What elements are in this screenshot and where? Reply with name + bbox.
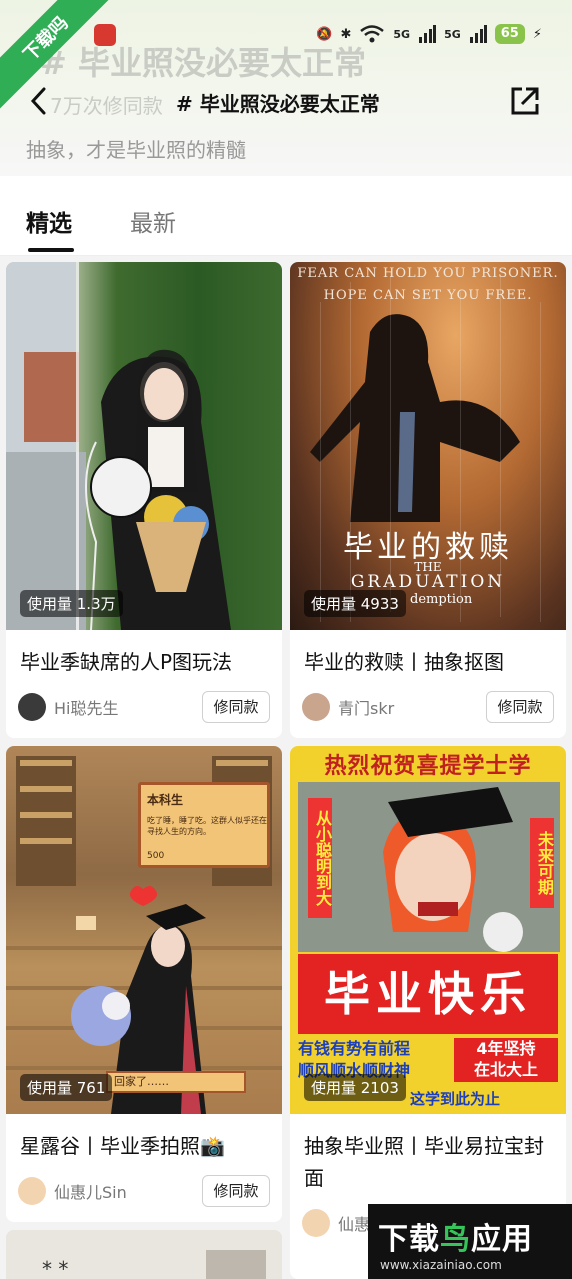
avatar (18, 693, 46, 721)
share-icon (511, 87, 539, 115)
author-name: 仙惠儿Sin (54, 1183, 127, 1202)
make-same-button[interactable]: 修同款 (202, 691, 270, 723)
student-photo-illustration (298, 782, 560, 952)
info-box-text: 吃了睡，睡了吃。这群人似乎还在寻找人生的方向。 (147, 816, 267, 836)
chevron-left-icon (30, 87, 46, 115)
info-box-number: 500 (147, 851, 165, 861)
card-title: 抽象毕业照丨毕业易拉宝封面 (304, 1134, 544, 1190)
blue-slogan-1: 有钱有势有前程 (298, 1039, 411, 1058)
avatar (302, 1209, 330, 1237)
poster-tagline-2: HOPE CAN SET YOU FREE. (323, 288, 533, 303)
poster-en-graduation: GRADUATION (350, 572, 506, 592)
site-watermark-title: 下载鸟应用 (378, 1222, 533, 1257)
site-watermark-url: www.xiazainiao.com (380, 1258, 502, 1272)
poster-en-redemption: demption (410, 592, 473, 607)
usage-count-badge: 使用量 4933 (304, 590, 406, 617)
signal-label-2: 5G (444, 27, 461, 41)
topic-subtitle: 抽象，才是毕业照的精髓 (26, 138, 246, 162)
author-name: 仙惠 (338, 1215, 371, 1234)
red-box-line-1: 4年坚持 (476, 1039, 536, 1058)
usage-count-badge: 使用量 1.3万 (20, 590, 123, 617)
app-notification-icon (94, 24, 116, 46)
card-image-partial: * * (6, 1230, 282, 1279)
battery-level: 65 (494, 24, 525, 44)
card-image: 热烈祝贺喜提学士学 从小聪明到大 未来可期 毕业快乐 有钱有势有前程 顺风顺水顺… (290, 746, 566, 1114)
card-title: 毕业季缺席的人P图玩法 (20, 650, 233, 674)
bottom-strip-text: 这学到此为止 (410, 1090, 501, 1108)
topic-header: # 毕业照没必要太正常 7万次修同款 抽象，才是毕业照的精髓 # 毕业照没必要太… (0, 0, 572, 176)
topic-usage-count: 7万次修同款 (50, 94, 163, 118)
card-author[interactable]: 青门skr (302, 692, 394, 722)
card-title: 毕业的救赎丨抽象抠图 (304, 650, 504, 674)
svg-text:* *: * * (42, 1257, 68, 1279)
red-box-line-2: 在北大上 (473, 1060, 538, 1079)
make-same-button[interactable]: 修同款 (486, 691, 554, 723)
tab-bar: 精选 最新 (0, 176, 572, 256)
tab-featured[interactable]: 精选 (26, 204, 72, 238)
card-title: 星露谷丨毕业季拍照📸 (20, 1134, 225, 1158)
back-button[interactable] (24, 84, 52, 118)
mute-icon: 🔕 (316, 26, 333, 42)
info-box-title: 本科生 (147, 793, 184, 807)
card-author[interactable]: 仙惠儿Sin (18, 1176, 127, 1206)
make-same-button[interactable]: 修同款 (202, 1175, 270, 1207)
site-watermark: 下载鸟应用 www.xiazainiao.com (368, 1204, 572, 1279)
usage-count-badge: 使用量 2103 (304, 1074, 406, 1101)
right-vertical-banner: 未来可期 (530, 818, 554, 908)
charging-icon: ⚡ (532, 26, 542, 42)
avatar (18, 1177, 46, 1205)
graduation-photo-illustration (6, 262, 231, 630)
nav-title: # 毕业照没必要太正常 (176, 92, 380, 116)
share-button[interactable] (508, 84, 542, 118)
photo-area (298, 782, 560, 952)
red-box: 4年坚持 在北大上 (454, 1038, 558, 1082)
dialog-box: 回家了…… (106, 1071, 246, 1093)
signal-label-1: 5G (393, 27, 411, 41)
avatar (302, 693, 330, 721)
info-box: 本科生 吃了睡，睡了吃。这群人似乎还在寻找人生的方向。 500 (138, 782, 270, 868)
wifi-icon (360, 25, 385, 43)
banner-top-text: 热烈祝贺喜提学士学 (324, 754, 532, 779)
signal-icon (419, 25, 437, 43)
template-card[interactable]: 本科生 吃了睡，睡了吃。这群人似乎还在寻找人生的方向。 500 回家了…… 使用… (6, 746, 282, 1222)
active-tab-indicator (28, 248, 74, 252)
signal-icon-2 (469, 25, 487, 43)
poster-tagline-1: FEAR CAN HOLD YOU PRISONER. (297, 266, 559, 281)
card-author[interactable]: Hi聪先生 (18, 692, 118, 722)
tab-latest[interactable]: 最新 (130, 204, 176, 238)
template-card-partial[interactable]: * * (6, 1230, 282, 1279)
template-card[interactable]: FEAR CAN HOLD YOU PRISONER. HOPE CAN SET… (290, 262, 566, 738)
status-bar: 🔕 ✱ 5G 5G 65 ⚡ (316, 22, 542, 46)
card-image: FEAR CAN HOLD YOU PRISONER. HOPE CAN SET… (290, 262, 566, 630)
left-vertical-banner: 从小聪明到大 (308, 798, 332, 918)
author-name: 青门skr (338, 699, 395, 718)
big-red-banner: 毕业快乐 (298, 954, 558, 1034)
template-card[interactable]: 使用量 1.3万 毕业季缺席的人P图玩法 Hi聪先生 修同款 (6, 262, 282, 738)
author-name: Hi聪先生 (54, 699, 119, 718)
template-card[interactable]: 热烈祝贺喜提学士学 从小聪明到大 未来可期 毕业快乐 有钱有势有前程 顺风顺水顺… (290, 746, 566, 1279)
bluetooth-icon: ✱ (340, 26, 352, 42)
card-image: 本科生 吃了睡，睡了吃。这群人似乎还在寻找人生的方向。 500 回家了…… (6, 746, 282, 1114)
card-image (6, 262, 282, 630)
usage-count-badge: 使用量 761 (20, 1074, 113, 1101)
card-author[interactable]: 仙惠 (302, 1208, 370, 1238)
